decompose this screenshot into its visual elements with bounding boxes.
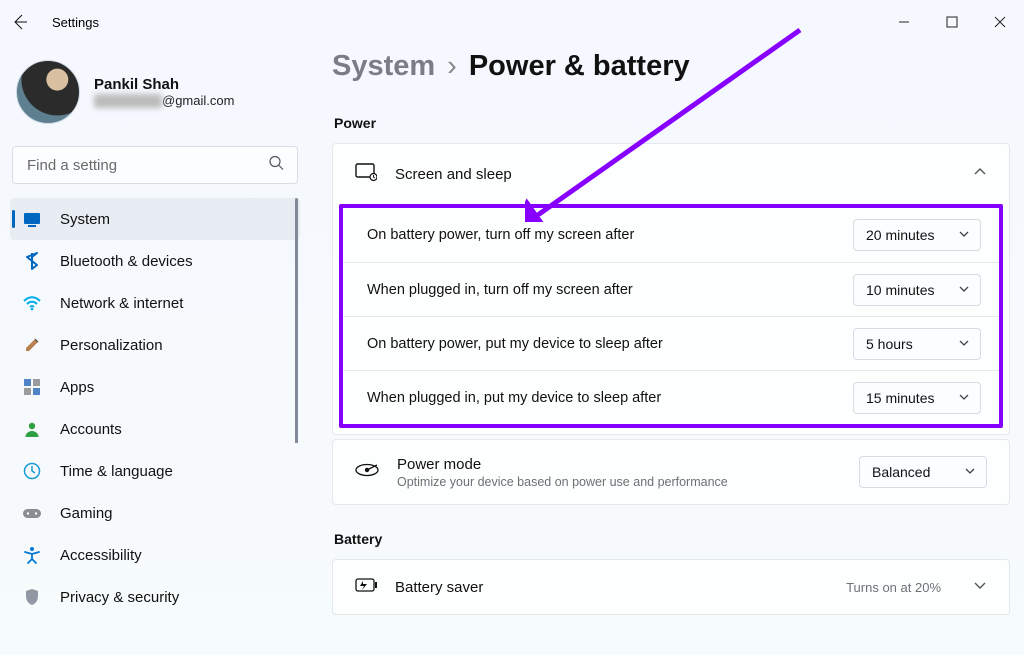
breadcrumb-leaf: Power & battery	[469, 50, 690, 83]
battery-saver-icon	[355, 578, 377, 597]
setting-row-screen-plugged: When plugged in, turn off my screen afte…	[343, 262, 999, 316]
main-content: System › Power & battery Power Screen an…	[332, 50, 1010, 655]
dropdown-value: 20 minutes	[866, 227, 934, 243]
screen-sleep-header[interactable]: Screen and sleep	[333, 144, 1009, 204]
profile-email: @gmail.com	[94, 93, 234, 109]
titlebar: Settings	[0, 0, 1024, 44]
window-title: Settings	[52, 15, 99, 30]
sidebar-item-time[interactable]: Time & language	[10, 450, 300, 492]
back-button[interactable]	[8, 10, 32, 34]
brush-icon	[22, 335, 42, 355]
battery-saver-card: Battery saver Turns on at 20%	[332, 559, 1010, 615]
sidebar-item-apps[interactable]: Apps	[10, 366, 300, 408]
chevron-down-icon	[958, 227, 970, 243]
power-mode-icon	[355, 462, 379, 483]
card-subtitle: Optimize your device based on power use …	[397, 475, 728, 489]
dropdown-sleep-plugged[interactable]: 15 minutes	[853, 382, 981, 414]
apps-icon	[22, 377, 42, 397]
gamepad-icon	[22, 503, 42, 523]
sidebar-item-label: Apps	[60, 379, 94, 396]
power-section-label: Power	[332, 111, 1010, 143]
dropdown-screen-battery[interactable]: 20 minutes	[853, 219, 981, 251]
battery-saver-status: Turns on at 20%	[846, 580, 941, 595]
nav-list: System Bluetooth & devices Network & int…	[10, 198, 300, 618]
card-title: Battery saver	[395, 579, 483, 596]
system-icon	[22, 209, 42, 229]
avatar	[16, 60, 80, 124]
chevron-up-icon	[973, 165, 987, 184]
sidebar-item-label: Bluetooth & devices	[60, 253, 193, 270]
email-domain: @gmail.com	[162, 93, 234, 108]
sidebar-item-label: Gaming	[60, 505, 113, 522]
back-arrow-icon	[12, 14, 28, 30]
shield-icon	[22, 587, 42, 607]
chevron-down-icon	[958, 390, 970, 406]
chevron-down-icon	[973, 578, 987, 597]
dropdown-screen-plugged[interactable]: 10 minutes	[853, 274, 981, 306]
power-mode-header[interactable]: Power mode Optimize your device based on…	[333, 440, 1009, 504]
sidebar-item-gaming[interactable]: Gaming	[10, 492, 300, 534]
sidebar-item-label: Network & internet	[60, 295, 183, 312]
chevron-down-icon	[958, 336, 970, 352]
close-button[interactable]	[976, 2, 1024, 42]
sidebar-item-privacy[interactable]: Privacy & security	[10, 576, 300, 618]
close-icon	[994, 16, 1006, 28]
sidebar-item-label: Personalization	[60, 337, 163, 354]
sidebar-item-bluetooth[interactable]: Bluetooth & devices	[10, 240, 300, 282]
power-mode-card: Power mode Optimize your device based on…	[332, 439, 1010, 505]
setting-label: On battery power, turn off my screen aft…	[367, 227, 634, 243]
dropdown-value: 5 hours	[866, 336, 913, 352]
dropdown-sleep-battery[interactable]: 5 hours	[853, 328, 981, 360]
screen-sleep-icon	[355, 162, 377, 187]
maximize-button[interactable]	[928, 2, 976, 42]
sidebar-item-accessibility[interactable]: Accessibility	[10, 534, 300, 576]
dropdown-value: Balanced	[872, 464, 930, 480]
dropdown-power-mode[interactable]: Balanced	[859, 456, 987, 488]
globe-clock-icon	[22, 461, 42, 481]
sidebar-item-label: Privacy & security	[60, 589, 179, 606]
breadcrumb-sep: ›	[447, 50, 457, 83]
setting-row-sleep-battery: On battery power, put my device to sleep…	[343, 316, 999, 370]
sidebar-item-network[interactable]: Network & internet	[10, 282, 300, 324]
breadcrumb-root[interactable]: System	[332, 50, 435, 83]
sidebar-item-personalization[interactable]: Personalization	[10, 324, 300, 366]
profile-name: Pankil Shah	[94, 76, 234, 93]
wifi-icon	[22, 293, 42, 313]
screen-sleep-card: Screen and sleep On battery power, turn …	[332, 143, 1010, 435]
profile-block[interactable]: Pankil Shah @gmail.com	[10, 54, 300, 142]
sidebar: Pankil Shah @gmail.com System Bluetooth …	[0, 44, 310, 655]
search-input[interactable]	[12, 146, 298, 184]
search-wrap	[12, 146, 298, 184]
minimize-icon	[898, 16, 910, 28]
breadcrumb: System › Power & battery	[332, 50, 1010, 111]
setting-row-sleep-plugged: When plugged in, put my device to sleep …	[343, 370, 999, 424]
sidebar-item-label: Time & language	[60, 463, 173, 480]
chevron-down-icon	[964, 464, 976, 480]
dropdown-value: 15 minutes	[866, 390, 934, 406]
sidebar-item-accounts[interactable]: Accounts	[10, 408, 300, 450]
sidebar-item-label: Accessibility	[60, 547, 142, 564]
minimize-button[interactable]	[880, 2, 928, 42]
chevron-down-icon	[958, 282, 970, 298]
email-redacted-part	[94, 94, 162, 108]
setting-label: When plugged in, turn off my screen afte…	[367, 282, 633, 298]
battery-section-label: Battery	[332, 527, 1010, 559]
setting-row-screen-battery: On battery power, turn off my screen aft…	[343, 208, 999, 262]
screen-sleep-settings-group: On battery power, turn off my screen aft…	[339, 204, 1003, 428]
sidebar-item-label: Accounts	[60, 421, 122, 438]
setting-label: When plugged in, put my device to sleep …	[367, 390, 661, 406]
card-title: Screen and sleep	[395, 166, 512, 183]
setting-label: On battery power, put my device to sleep…	[367, 336, 663, 352]
card-title: Power mode	[397, 456, 728, 473]
sidebar-item-system[interactable]: System	[10, 198, 300, 240]
sidebar-item-label: System	[60, 211, 110, 228]
dropdown-value: 10 minutes	[866, 282, 934, 298]
person-icon	[22, 419, 42, 439]
accessibility-icon	[22, 545, 42, 565]
maximize-icon	[946, 16, 958, 28]
battery-saver-header[interactable]: Battery saver Turns on at 20%	[333, 560, 1009, 614]
bluetooth-icon	[22, 251, 42, 271]
